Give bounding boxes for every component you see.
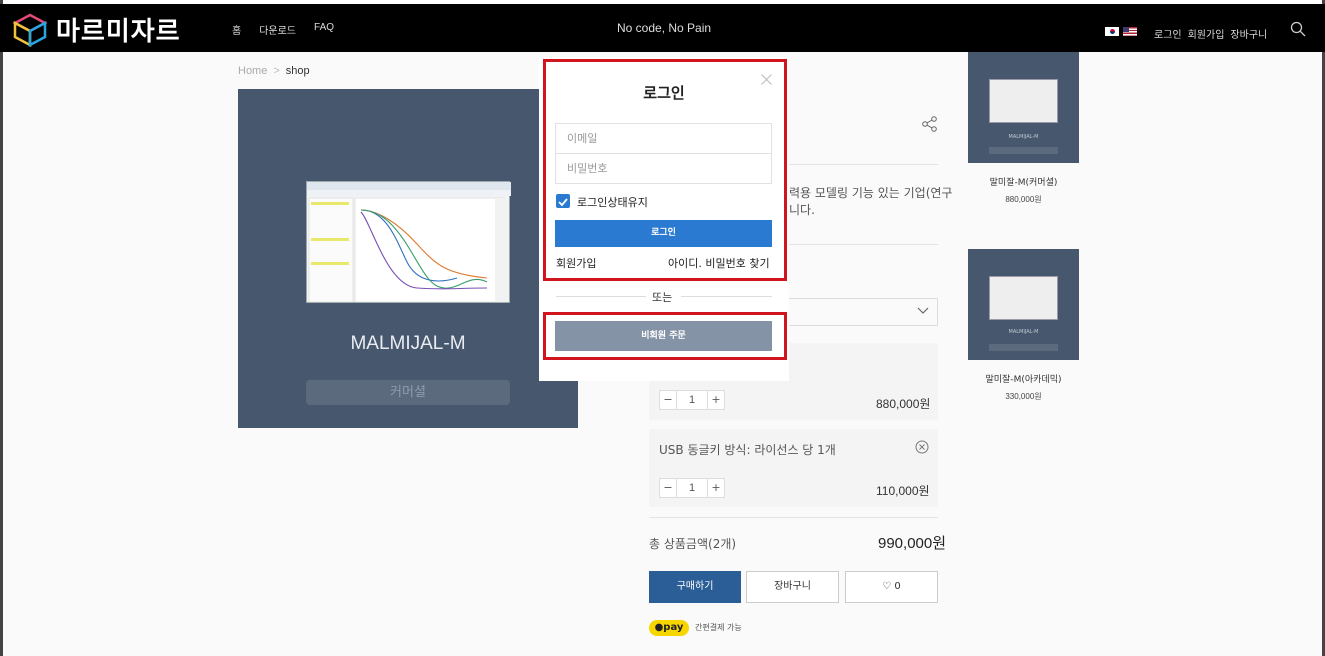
total-label: 총 상품금액(2개)	[649, 537, 737, 551]
nav-home[interactable]: 홈	[232, 22, 241, 37]
option-price: 110,000원	[876, 484, 930, 498]
or-label: 또는	[652, 291, 673, 304]
remove-icon[interactable]	[915, 440, 929, 454]
related-thumb-tag	[989, 147, 1058, 154]
language-switcher	[1105, 27, 1137, 36]
kakao-pay-badge: ●pay	[649, 620, 689, 636]
nav-login[interactable]: 로그인	[1154, 26, 1182, 41]
nav-signup[interactable]: 회원가입	[1188, 26, 1225, 41]
related-thumbnail	[989, 79, 1058, 123]
close-icon[interactable]	[761, 74, 772, 85]
chevron-down-icon	[917, 307, 929, 314]
guest-order-button[interactable]: 비회원 주문	[555, 321, 772, 351]
related-thumb-label: MALMIJAL-M	[1008, 134, 1039, 140]
decrease-button[interactable]: −	[660, 479, 676, 497]
heart-icon: ♡	[882, 581, 892, 592]
total-value: 990,000원	[878, 535, 947, 552]
korean-flag-icon[interactable]	[1105, 27, 1119, 36]
remember-me-checkbox[interactable]	[556, 194, 570, 208]
or-divider-left	[556, 296, 646, 297]
related-title[interactable]: 말미잘-M(커머셜)	[968, 175, 1079, 188]
find-account-link[interactable]: 아이디. 비밀번호 찾기	[668, 255, 770, 271]
option-label: USB 동글키 방식: 라이선스 당 1개	[659, 443, 836, 457]
product-description-line: 니다.	[789, 203, 815, 217]
product-image: MALMIJAL-M 커머셜	[238, 89, 578, 428]
related-thumbnail	[989, 276, 1058, 320]
divider	[788, 164, 938, 165]
related-title[interactable]: 말미잘-M(아카데믹)	[968, 372, 1079, 385]
software-screenshot	[306, 181, 511, 303]
top-header: 마르미자르 홈 다운로드 FAQ No code, No Pain 로그인 회원…	[0, 4, 1325, 52]
quantity-stepper: − 1 +	[659, 478, 725, 498]
logo-text: 마르미자르	[56, 17, 181, 47]
login-button[interactable]: 로그인	[555, 220, 772, 247]
wish-count: 0	[894, 581, 901, 592]
main-nav: 홈 다운로드 FAQ	[232, 22, 334, 37]
divider	[649, 517, 938, 518]
related-product-card[interactable]: MALMIJAL-M	[968, 52, 1079, 163]
quantity-stepper: − 1 +	[659, 390, 725, 410]
share-icon[interactable]	[921, 115, 939, 133]
breadcrumb-separator: >	[273, 65, 280, 77]
add-to-cart-button[interactable]: 장바구니	[746, 571, 839, 603]
option-price: 880,000원	[876, 397, 931, 411]
kakao-pay-text: 간편결제 가능	[695, 623, 742, 632]
search-icon[interactable]	[1290, 21, 1306, 37]
product-name: MALMIJAL-M	[350, 333, 466, 354]
kakao-pay-label: pay	[663, 622, 684, 633]
breadcrumb-current: shop	[285, 65, 310, 77]
quantity-value[interactable]: 1	[676, 479, 708, 497]
related-price: 330,000원	[1005, 392, 1042, 401]
us-flag-icon[interactable]	[1123, 27, 1137, 36]
email-field[interactable]: 이메일	[555, 123, 772, 154]
increase-button[interactable]: +	[708, 479, 724, 497]
product-description-line: 력용 모델링 기능 있는 기업(연구	[789, 186, 953, 200]
related-price: 880,000원	[1005, 195, 1042, 204]
related-thumb-label: MALMIJAL-M	[1008, 329, 1039, 335]
divider	[788, 244, 938, 245]
password-field[interactable]: 비밀번호	[555, 153, 772, 184]
related-product-card[interactable]: MALMIJAL-M	[968, 249, 1079, 360]
nav-cart[interactable]: 장바구니	[1230, 26, 1267, 41]
breadcrumb-home[interactable]: Home	[238, 65, 267, 77]
remember-me-label[interactable]: 로그인상태유지	[577, 194, 648, 210]
nav-download[interactable]: 다운로드	[259, 22, 296, 37]
quantity-value[interactable]: 1	[676, 391, 708, 409]
or-divider-right	[681, 296, 772, 297]
related-thumb-tag	[989, 344, 1058, 351]
modal-title: 로그인	[643, 84, 685, 102]
product-tag: 커머셜	[306, 380, 510, 405]
checkmark-icon	[558, 198, 568, 207]
breadcrumb: Home > shop	[238, 65, 310, 77]
buy-button[interactable]: 구매하기	[649, 571, 741, 603]
header-slogan: No code, No Pain	[617, 21, 712, 35]
screenshot-graphic	[307, 182, 511, 303]
increase-button[interactable]: +	[708, 391, 724, 409]
cube-logo-icon	[12, 13, 48, 47]
site-logo[interactable]: 마르미자르	[12, 11, 181, 48]
signup-link[interactable]: 회원가입	[556, 255, 596, 271]
chat-bubble-icon: ●	[654, 622, 664, 633]
user-nav: 로그인 회원가입 장바구니	[1154, 26, 1267, 41]
nav-faq[interactable]: FAQ	[314, 22, 334, 37]
decrease-button[interactable]: −	[660, 391, 676, 409]
wishlist-button[interactable]: ♡ 0	[845, 571, 938, 603]
